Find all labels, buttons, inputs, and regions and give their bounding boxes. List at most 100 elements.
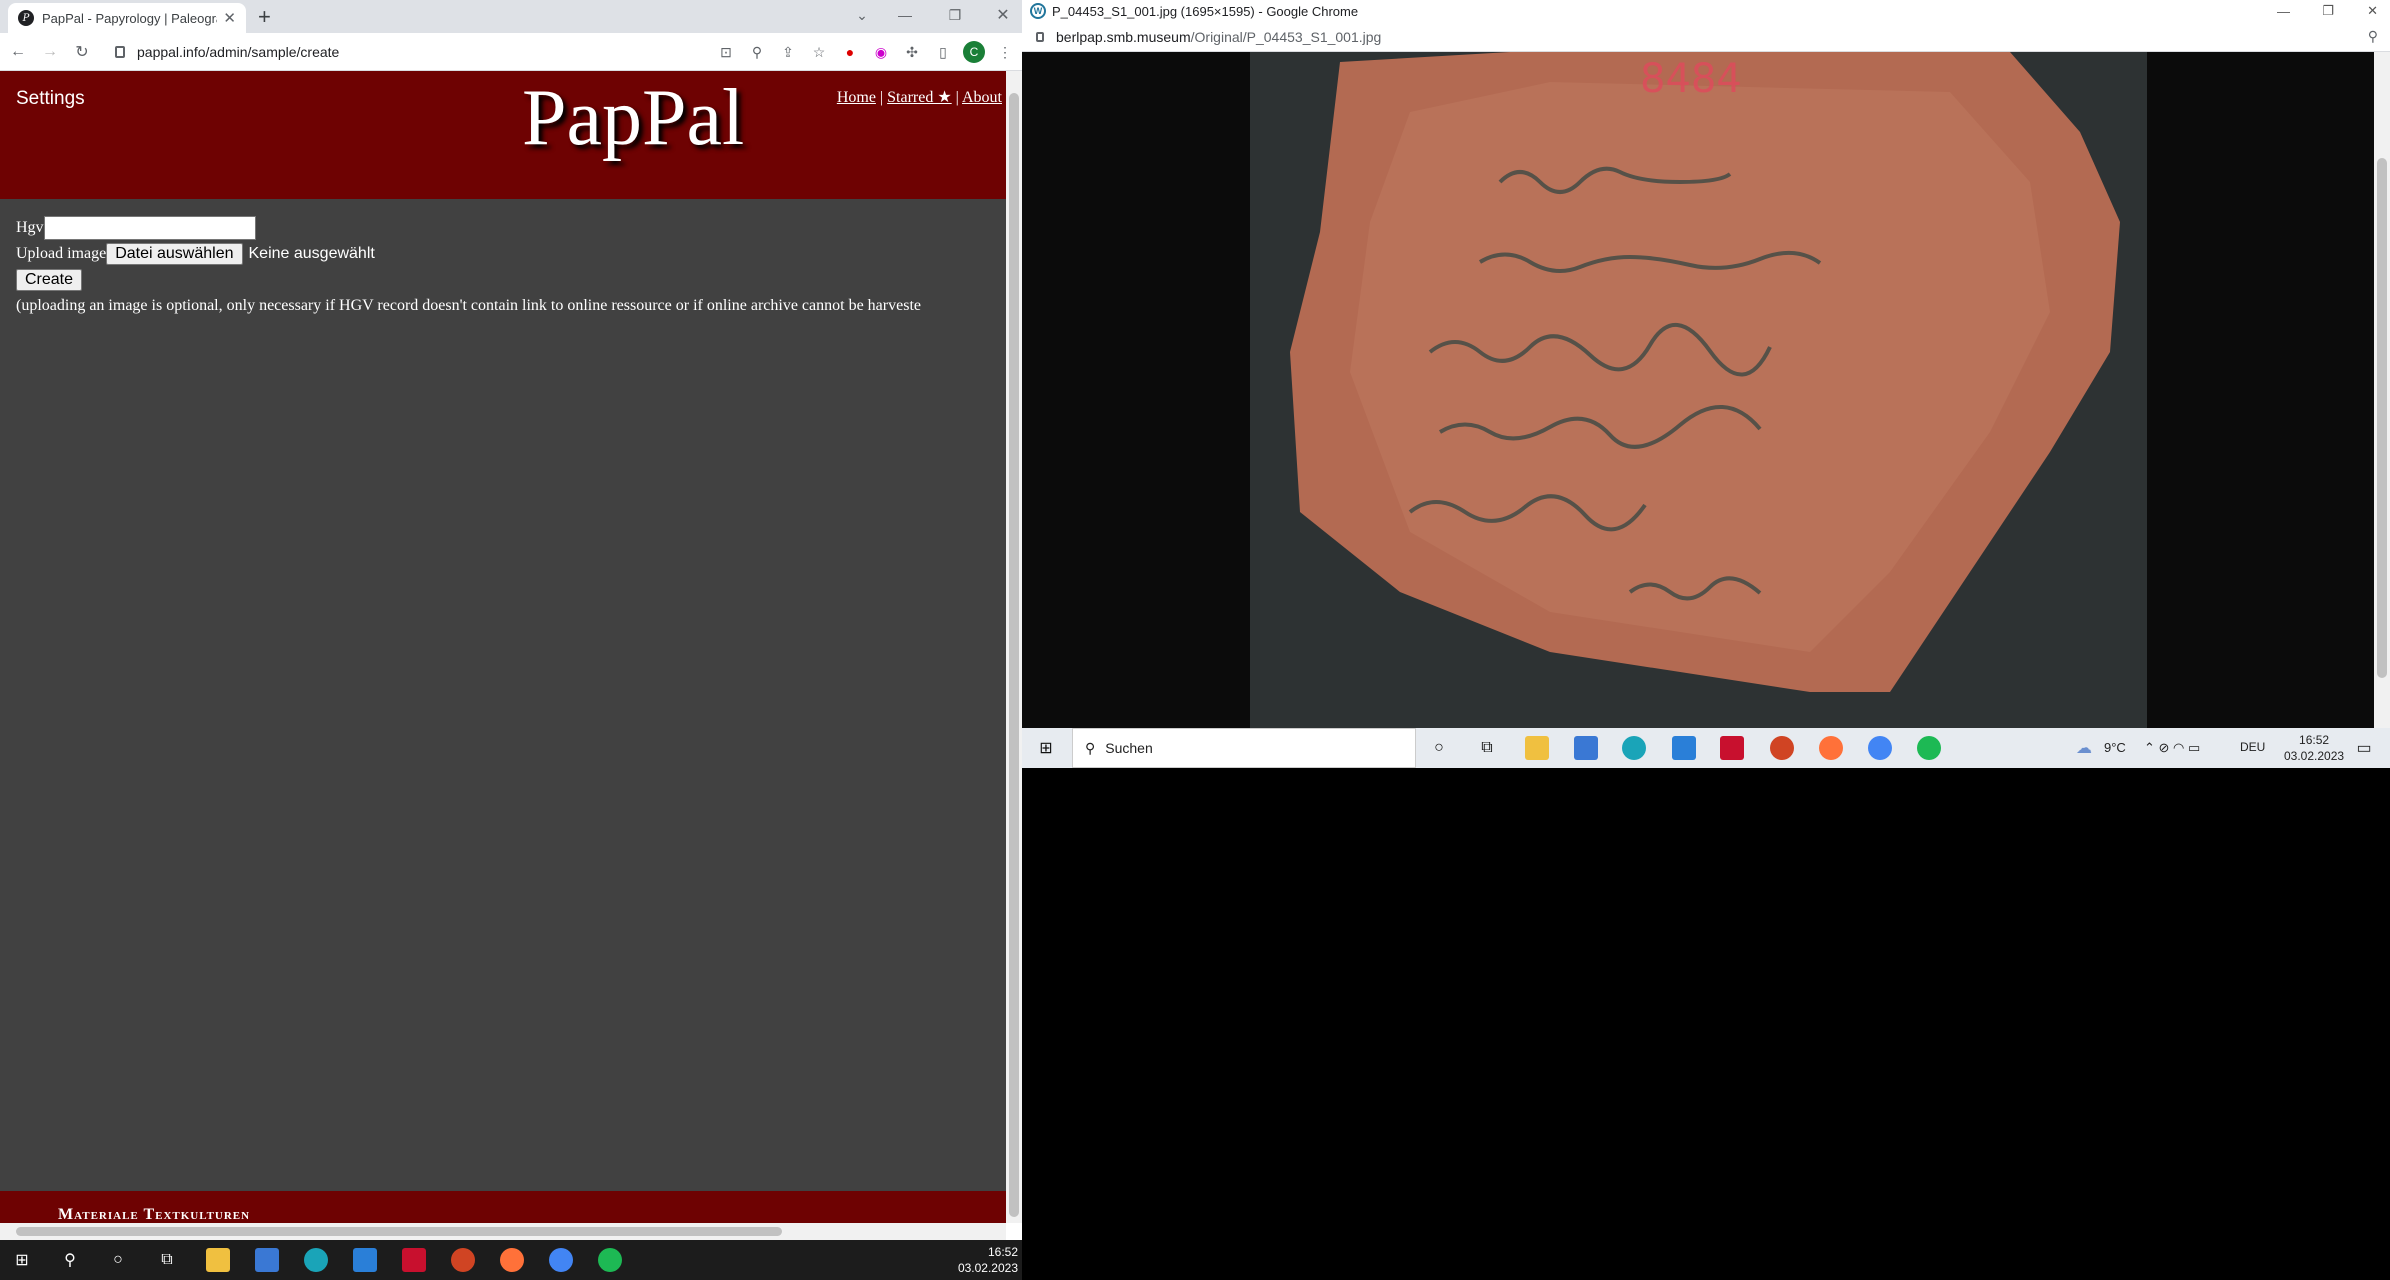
main-date: 03.02.2023 [957,1261,1018,1275]
extension-purple-icon[interactable]: ◉ [870,41,892,63]
search-icon[interactable]: ⚲ [58,1248,82,1272]
svg-text:8484: 8484 [1640,56,1742,102]
powerpoint-icon[interactable] [451,1248,475,1272]
restore-button[interactable]: ❐ [940,0,970,30]
file-explorer-icon[interactable] [206,1248,230,1272]
new-tab-button[interactable]: + [258,4,271,30]
task-view-icon[interactable]: ⧉ [1475,736,1499,760]
right-scroll-thumb[interactable] [2377,158,2387,678]
side-panel-icon[interactable]: ▯ [932,41,954,63]
nav-about[interactable]: About [962,89,1002,106]
ostracon-picture: 8484 [1250,52,2147,728]
site-logo[interactable]: PapPal [522,73,744,164]
address-bar[interactable]: pappal.info/admin/sample/create [115,36,715,68]
zoom-icon[interactable]: ⚲ [746,41,768,63]
profile-avatar[interactable]: C [963,41,985,63]
start-windows-icon[interactable]: ⊞ [1034,736,1058,760]
settings-link[interactable]: Settings [16,88,85,110]
right-address-bar[interactable]: berlpap.smb.museum /Original/P_04453_S1_… [1022,22,2390,52]
page-content: Settings PapPal Home | Starred ★ | About… [0,71,1006,1223]
translate-icon[interactable]: ⊡ [715,41,737,63]
taskbar-search-box[interactable]: ⚲ Suchen [1072,728,1416,768]
nav-home[interactable]: Home [837,89,876,106]
extensions-puzzle-icon[interactable]: ✣ [901,41,923,63]
reload-button[interactable]: ↻ [68,38,96,66]
spotify-icon[interactable] [1917,736,1941,760]
acrobat-icon[interactable] [1720,736,1744,760]
hgv-label: Hgv [16,219,44,236]
close-window-button[interactable]: ✕ [2367,3,2378,19]
right-date: 03.02.2023 [2284,749,2345,763]
extension-red-icon[interactable]: ● [839,41,861,63]
right-browser-window: W P_04453_S1_001.jpg (1695×1595) - Googl… [1022,0,2390,768]
footer-title: Materiale Textkulturen [58,1206,251,1223]
firefox-icon[interactable] [500,1248,524,1272]
browser-toolbar: ← → ↻ pappal.info/admin/sample/create ⊡ … [0,33,1022,71]
spotify-icon[interactable] [598,1248,622,1272]
firefox-icon[interactable] [1819,736,1843,760]
tab-pappal[interactable]: P PapPal - Papyrology | Paleograph ✕ [8,3,246,33]
task-view-icon[interactable]: ⧉ [155,1248,179,1272]
right-title-bar: W P_04453_S1_001.jpg (1695×1595) - Googl… [1022,0,2390,22]
chrome-icon[interactable] [549,1248,573,1272]
store-icon[interactable] [255,1248,279,1272]
acrobat-icon[interactable] [402,1248,426,1272]
bookmark-star-icon[interactable]: ☆ [808,41,830,63]
minimize-button[interactable]: — [2277,4,2290,19]
create-button[interactable]: Create [16,269,83,291]
zoom-icon[interactable]: ⚲ [2368,28,2378,45]
horizontal-scrollbar[interactable] [0,1223,1006,1240]
main-time: 16:52 [987,1245,1018,1259]
language-indicator[interactable]: DEU [2240,740,2265,754]
share-icon[interactable]: ⇪ [777,41,799,63]
nav-starred[interactable]: Starred ★ [887,89,952,106]
forward-button[interactable]: → [36,38,64,66]
restore-button[interactable]: ❐ [2322,3,2334,19]
wordpress-icon: W [1030,3,1046,19]
choose-file-button[interactable]: Datei auswählen [106,243,243,265]
vertical-scroll-thumb[interactable] [1009,93,1019,1217]
menu-kebab-icon[interactable]: ⋮ [994,41,1016,63]
tab-search-icon[interactable]: ⌄ [852,0,872,30]
cortana-icon[interactable]: ○ [1427,736,1451,760]
close-tab-icon[interactable]: ✕ [223,9,236,27]
create-sample-form: Hgv Upload image Datei auswählen Keine a… [16,215,921,315]
weather-temp: 9°C [2104,740,2126,755]
tray-icons[interactable]: ⌃ ⊘ ◠ ▭ [2144,740,2200,756]
papyrus-image[interactable]: 8484 [1250,52,2147,728]
notification-icon[interactable]: ▭ [2352,736,2376,760]
site-header: Settings PapPal Home | Starred ★ | About [0,71,1006,199]
store-icon[interactable] [1574,736,1598,760]
site-footer: Materiale Textkulturen [0,1191,1006,1223]
hgv-input[interactable] [43,216,256,240]
right-window-title: P_04453_S1_001.jpg (1695×1595) - Google … [1052,3,1359,19]
pappal-favicon-icon: P [18,10,34,26]
mail-icon[interactable] [353,1248,377,1272]
start-windows-icon[interactable]: ⊞ [10,1248,34,1272]
chrome-icon[interactable] [1868,736,1892,760]
cortana-icon[interactable]: ○ [106,1248,130,1272]
back-button[interactable]: ← [4,38,32,66]
mail-icon[interactable] [1672,736,1696,760]
file-explorer-icon[interactable] [1525,736,1549,760]
main-clock[interactable]: 16:52 03.02.2023 [958,1244,1018,1276]
powerpoint-icon[interactable] [1770,736,1794,760]
url-domain: berlpap.smb.museum [1056,28,1191,45]
right-time: 16:52 [2299,733,2330,747]
vertical-scrollbar[interactable] [1006,71,1022,1223]
right-vertical-scrollbar[interactable] [2374,52,2390,728]
url-text: pappal.info/admin/sample/create [137,44,340,60]
upload-note: (uploading an image is optional, only ne… [16,297,921,314]
close-window-button[interactable]: ✕ [988,0,1018,30]
right-clock[interactable]: 16:52 03.02.2023 [2284,732,2344,764]
edge-icon[interactable] [1622,736,1646,760]
edge-icon[interactable] [304,1248,328,1272]
upload-image-label: Upload image [16,245,107,262]
search-icon: ⚲ [1085,739,1096,756]
weather-icon[interactable]: ☁ [2072,736,2096,760]
horizontal-scroll-thumb[interactable] [16,1227,782,1236]
minimize-button[interactable]: — [890,0,920,30]
right-taskbar: ⊞ ⚲ Suchen ○ ⧉ ☁ 9°C ⌃ ⊘ ◠ ▭ DEU 16:52 0… [1022,728,2390,768]
tab-title: PapPal - Papyrology | Paleograph [42,10,217,26]
main-taskbar: ⊞ ⚲ ○ ⧉ 16:52 03.02.2023 [0,1240,1022,1280]
